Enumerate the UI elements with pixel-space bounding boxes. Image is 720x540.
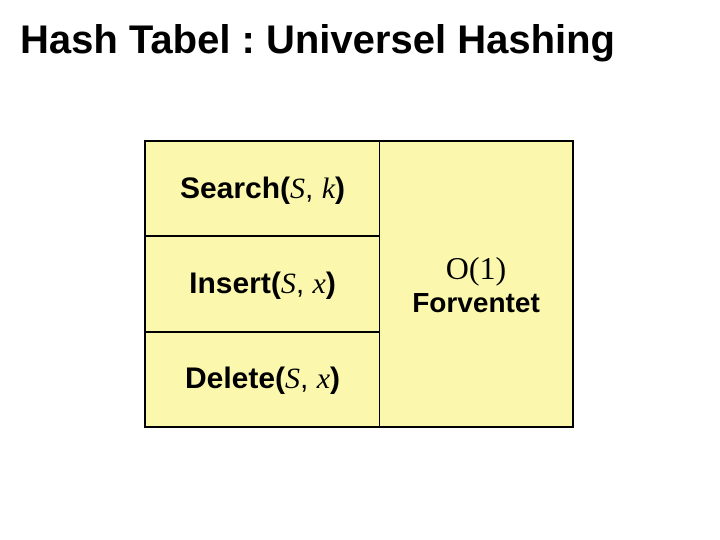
comma: , <box>305 172 322 205</box>
paren-close: ) <box>335 172 345 205</box>
op-search-cell: Search(S, k) <box>146 142 380 236</box>
big-o-value: O(1) <box>446 250 506 287</box>
op-search-name: Search <box>180 172 280 205</box>
complexity-table: Search(S, k) Insert(S, x) Delete(S, x) O… <box>144 140 574 428</box>
op-insert-arg2: x <box>313 267 326 300</box>
paren-open: ( <box>275 362 285 395</box>
operations-column: Search(S, k) Insert(S, x) Delete(S, x) <box>146 142 380 426</box>
paren-close: ) <box>326 267 336 300</box>
complexity-note: Forventet <box>412 287 540 319</box>
op-insert-arg1: S <box>281 267 296 300</box>
op-insert-name: Insert <box>189 267 271 300</box>
op-delete-arg1: S <box>285 362 300 395</box>
paren-open: ( <box>271 267 281 300</box>
op-search-arg2: k <box>322 172 335 205</box>
comma: , <box>296 267 313 300</box>
op-delete-cell: Delete(S, x) <box>146 332 380 426</box>
op-delete-name: Delete <box>185 362 275 395</box>
paren-close: ) <box>330 362 340 395</box>
comma: , <box>300 362 317 395</box>
page-title: Hash Tabel : Universel Hashing <box>20 18 615 63</box>
op-search-arg1: S <box>290 172 305 205</box>
op-insert-cell: Insert(S, x) <box>146 236 380 331</box>
complexity-column: O(1) Forventet <box>380 142 572 426</box>
paren-open: ( <box>280 172 290 205</box>
op-delete-arg2: x <box>317 362 330 395</box>
